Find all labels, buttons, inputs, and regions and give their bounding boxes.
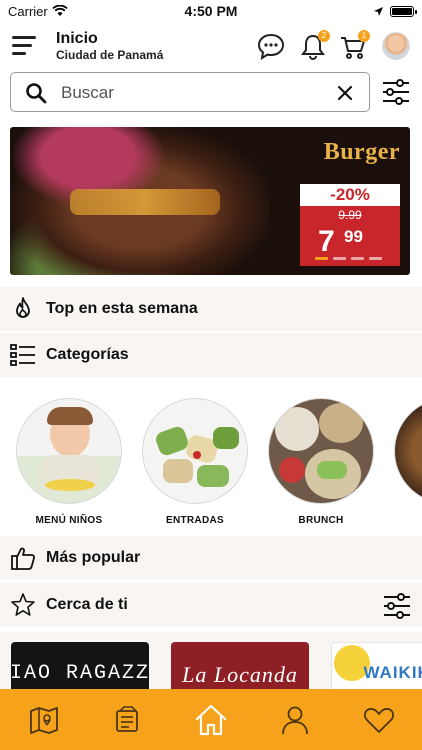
section-top-week[interactable]: Top en esta semana xyxy=(0,287,422,331)
bell-icon[interactable]: 2 xyxy=(298,30,330,62)
page-title: Inicio xyxy=(56,30,98,47)
chat-icon[interactable] xyxy=(256,32,286,62)
search-input[interactable] xyxy=(61,82,331,104)
restaurant-name: WAIKIKI xyxy=(363,663,422,682)
filter-icon[interactable] xyxy=(382,593,412,619)
category-item[interactable]: BRUNCH xyxy=(267,398,375,526)
clear-icon[interactable] xyxy=(336,84,354,102)
thumbs-up-icon xyxy=(11,547,36,570)
restaurant-name: La Locanda xyxy=(182,662,298,687)
app-header: Inicio Ciudad de Panamá 2 1 xyxy=(0,24,422,68)
location-header[interactable]: Inicio Ciudad de Panamá xyxy=(56,30,163,62)
category-image xyxy=(142,398,248,504)
carousel-dots xyxy=(315,257,382,260)
profile-icon[interactable] xyxy=(278,703,312,737)
section-popular[interactable]: Más popular xyxy=(0,536,422,580)
battery-icon xyxy=(390,5,417,17)
category-item[interactable]: ENTRADAS xyxy=(141,398,249,526)
heart-icon[interactable] xyxy=(362,703,396,737)
section-label: Top en esta semana xyxy=(46,300,198,317)
category-image xyxy=(16,398,122,504)
carousel-dot[interactable] xyxy=(315,257,328,260)
search-bar xyxy=(10,72,370,112)
search-icon xyxy=(26,83,47,104)
clock: 4:50 PM xyxy=(184,3,238,19)
section-label: Más popular xyxy=(46,549,141,566)
cart-badge: 1 xyxy=(358,30,370,42)
category-label: BRUNCH xyxy=(298,515,344,526)
notifications-badge: 2 xyxy=(318,30,330,42)
list-icon xyxy=(10,344,35,366)
category-label: ENTRADAS xyxy=(166,515,224,526)
category-item[interactable]: P xyxy=(393,398,422,526)
restaurant-card[interactable]: CIAO RAGAZZI xyxy=(11,642,149,692)
bottom-tab-bar xyxy=(0,689,422,750)
home-icon[interactable] xyxy=(194,703,228,737)
section-label: Categorías xyxy=(46,346,129,363)
discount-label: -20% xyxy=(300,184,400,206)
category-label: MENÚ NIÑOS xyxy=(35,515,103,526)
banner-title: Burger xyxy=(323,139,400,165)
new-price: 7 xyxy=(318,225,335,258)
restaurant-name: CIAO RAGAZZI xyxy=(11,662,149,685)
section-categories[interactable]: Categorías xyxy=(0,333,422,377)
categories-carousel[interactable]: MENÚ NIÑOS ENTRADAS BRUNCH P xyxy=(0,378,422,534)
location-arrow-icon xyxy=(374,6,383,16)
section-nearby[interactable]: Cerca de ti xyxy=(0,583,422,627)
carousel-dot[interactable] xyxy=(369,257,382,260)
promo-banner[interactable]: Burger -20% 9.99 7 99 xyxy=(10,127,410,275)
new-price-cents: 99 xyxy=(344,227,363,246)
flame-icon xyxy=(16,297,30,318)
restaurant-card[interactable]: WAIKIKI xyxy=(331,642,422,692)
star-icon xyxy=(11,593,35,616)
menu-icon[interactable] xyxy=(12,36,36,56)
menu-book-icon[interactable] xyxy=(110,703,144,737)
section-label: Cerca de ti xyxy=(46,596,128,613)
carousel-dot[interactable] xyxy=(351,257,364,260)
map-icon[interactable] xyxy=(27,703,61,737)
old-price: 9.99 xyxy=(338,208,362,222)
cart-icon[interactable]: 1 xyxy=(338,30,370,62)
filter-icon[interactable] xyxy=(381,79,411,105)
category-image xyxy=(394,398,422,504)
category-image xyxy=(268,398,374,504)
price-tag: -20% 9.99 7 99 xyxy=(300,184,400,266)
status-bar: Carrier 4:50 PM xyxy=(0,0,422,22)
category-item[interactable]: MENÚ NIÑOS xyxy=(15,398,123,526)
category-label: P xyxy=(393,515,422,526)
avatar[interactable] xyxy=(382,32,410,60)
restaurants-carousel[interactable]: CIAO RAGAZZI La Locanda WAIKIKI xyxy=(0,632,422,692)
carousel-dot[interactable] xyxy=(333,257,346,260)
restaurant-card[interactable]: La Locanda xyxy=(171,642,309,692)
city-label: Ciudad de Panamá xyxy=(56,48,164,62)
